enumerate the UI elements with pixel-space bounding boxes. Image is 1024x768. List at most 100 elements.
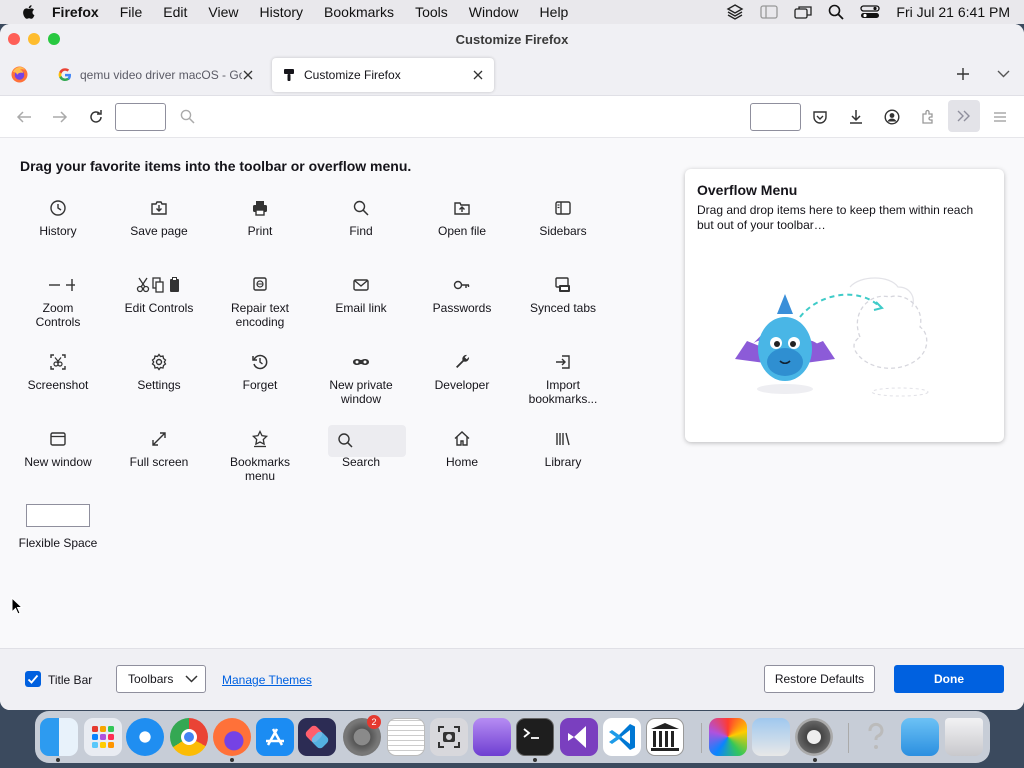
palette-item-import-bookmarks[interactable]: Import bookmarks... <box>513 348 613 418</box>
pocket-icon[interactable] <box>812 109 828 125</box>
menu-window[interactable]: Window <box>469 4 519 20</box>
dock-disk-utility-icon[interactable] <box>795 718 833 756</box>
palette-item-passwords[interactable]: Passwords <box>412 271 512 341</box>
dock-textedit-icon[interactable] <box>387 718 425 756</box>
palette-item-repair-text-encoding[interactable]: Repair text encoding <box>210 271 310 341</box>
dock-vscode-icon[interactable] <box>603 718 641 756</box>
dock-simulator-icon[interactable] <box>473 718 511 756</box>
palette-item-find[interactable]: Find <box>311 194 411 264</box>
palette-item-bookmarks-menu[interactable]: Bookmarks menu <box>210 425 310 495</box>
reload-icon[interactable] <box>88 109 104 125</box>
apple-menu-icon[interactable] <box>20 3 38 21</box>
restore-defaults-button[interactable]: Restore Defaults <box>764 665 875 693</box>
extensions-icon[interactable] <box>920 109 936 125</box>
dock-running-indicator <box>230 758 234 762</box>
dock-terminal-icon[interactable] <box>516 718 554 756</box>
palette-item-label: Print <box>247 224 273 238</box>
manage-themes-link[interactable]: Manage Themes <box>222 673 312 687</box>
palette-item-save-page[interactable]: Save page <box>109 194 209 264</box>
palette-item-flexible-space[interactable]: Flexible Space <box>8 502 108 572</box>
spacer-placeholder[interactable] <box>750 103 801 131</box>
spacer-placeholder[interactable] <box>115 103 166 131</box>
title-bar-checkbox[interactable] <box>25 671 41 687</box>
palette-item-new-private-window[interactable]: New private window <box>311 348 411 418</box>
list-all-tabs-chevron-icon[interactable] <box>997 70 1010 78</box>
control-center-icon[interactable] <box>860 5 881 19</box>
dock-screenshot-icon[interactable] <box>430 718 468 756</box>
menu-app-name[interactable]: Firefox <box>52 4 99 20</box>
close-tab-icon[interactable] <box>472 69 484 81</box>
palette-item-full-screen[interactable]: Full screen <box>109 425 209 495</box>
dock-help-icon[interactable] <box>857 718 895 756</box>
palette-item-history[interactable]: History <box>8 194 108 264</box>
dock-launchpad-icon[interactable] <box>84 718 122 756</box>
palette-item-home[interactable]: Home <box>412 425 512 495</box>
palette-item-label: Repair text encoding <box>230 301 290 329</box>
menu-history[interactable]: History <box>259 4 303 20</box>
palette-item-print[interactable]: Print <box>210 194 310 264</box>
menu-bookmarks[interactable]: Bookmarks <box>324 4 394 20</box>
dock-finder-icon[interactable] <box>40 718 78 756</box>
palette-item-screenshot[interactable]: Screenshot <box>8 348 108 418</box>
palette-item-sidebars[interactable]: Sidebars <box>513 194 613 264</box>
save-page-icon <box>151 201 167 215</box>
close-tab-icon[interactable] <box>242 69 254 81</box>
palette-item-library[interactable]: Library <box>513 425 613 495</box>
account-icon[interactable] <box>884 109 900 125</box>
dock-chrome-icon[interactable] <box>170 718 208 756</box>
spotlight-icon[interactable] <box>828 4 845 20</box>
layers-status-icon[interactable] <box>726 4 744 20</box>
dock-library-columns-icon[interactable] <box>646 718 684 756</box>
dock-shortcuts-icon[interactable] <box>298 718 336 756</box>
palette-item-edit-controls[interactable]: Edit Controls <box>109 271 209 341</box>
palette-item-email-link[interactable]: Email link <box>311 271 411 341</box>
overflow-panel-title: Overflow Menu <box>697 182 798 198</box>
dock-preview-icon[interactable] <box>752 718 790 756</box>
close-window-button[interactable] <box>8 33 20 45</box>
dock-app-store-icon[interactable] <box>256 718 294 756</box>
zoom-controls-icon <box>49 279 75 291</box>
palette-item-synced-tabs[interactable]: Synced tabs <box>513 271 613 341</box>
palette-item-zoom-controls[interactable]: Zoom Controls <box>8 271 108 341</box>
palette-item-label: Save page <box>130 224 188 238</box>
palette-item-developer[interactable]: Developer <box>412 348 512 418</box>
palette-item-new-window[interactable]: New window <box>8 425 108 495</box>
tab-title: Customize Firefox <box>304 68 401 82</box>
dock-color-picker-icon[interactable] <box>709 718 747 756</box>
hamburger-menu-icon[interactable] <box>992 109 1008 125</box>
menu-edit[interactable]: Edit <box>163 4 187 20</box>
palette-item-open-file[interactable]: Open file <box>412 194 512 264</box>
customize-area: Drag your favorite items into the toolba… <box>0 139 1024 669</box>
windows-status-icon[interactable] <box>794 5 813 19</box>
new-tab-plus-icon[interactable] <box>956 67 970 81</box>
zoom-window-button[interactable] <box>48 33 60 45</box>
dock-folder-icon[interactable] <box>901 718 939 756</box>
dock-firefox-icon[interactable] <box>213 718 251 756</box>
email-link-icon <box>353 279 369 291</box>
dock-visual-studio-icon[interactable] <box>560 718 598 756</box>
done-button[interactable]: Done <box>894 665 1004 693</box>
tab-google-search[interactable]: qemu video driver macOS - Goo <box>48 58 264 92</box>
back-arrow-icon[interactable] <box>16 109 32 125</box>
sidebar-status-icon[interactable] <box>760 5 779 19</box>
menu-help[interactable]: Help <box>540 4 569 20</box>
minimize-window-button[interactable] <box>28 33 40 45</box>
tab-customize-firefox[interactable]: Customize Firefox <box>272 58 494 92</box>
menu-file[interactable]: File <box>120 4 143 20</box>
edit-controls-icon <box>136 277 179 293</box>
dock-safari-icon[interactable] <box>126 718 164 756</box>
firefox-view-icon[interactable] <box>11 66 28 83</box>
overflow-menu-button[interactable] <box>948 100 980 132</box>
menu-tools[interactable]: Tools <box>415 4 448 20</box>
forward-arrow-icon[interactable] <box>52 109 68 125</box>
menu-view[interactable]: View <box>208 4 238 20</box>
dock-trash-icon[interactable] <box>945 718 983 756</box>
downloads-icon[interactable] <box>848 109 864 125</box>
palette-item-label: Full screen <box>129 455 189 469</box>
palette-item-forget[interactable]: Forget <box>210 348 310 418</box>
palette-item-settings[interactable]: Settings <box>109 348 209 418</box>
toolbars-dropdown[interactable]: Toolbars <box>116 665 206 693</box>
menubar-clock[interactable]: Fri Jul 21 6:41 PM <box>896 4 1010 20</box>
palette-item-label: Library <box>544 455 582 469</box>
title-bar-label[interactable]: Title Bar <box>48 673 92 687</box>
